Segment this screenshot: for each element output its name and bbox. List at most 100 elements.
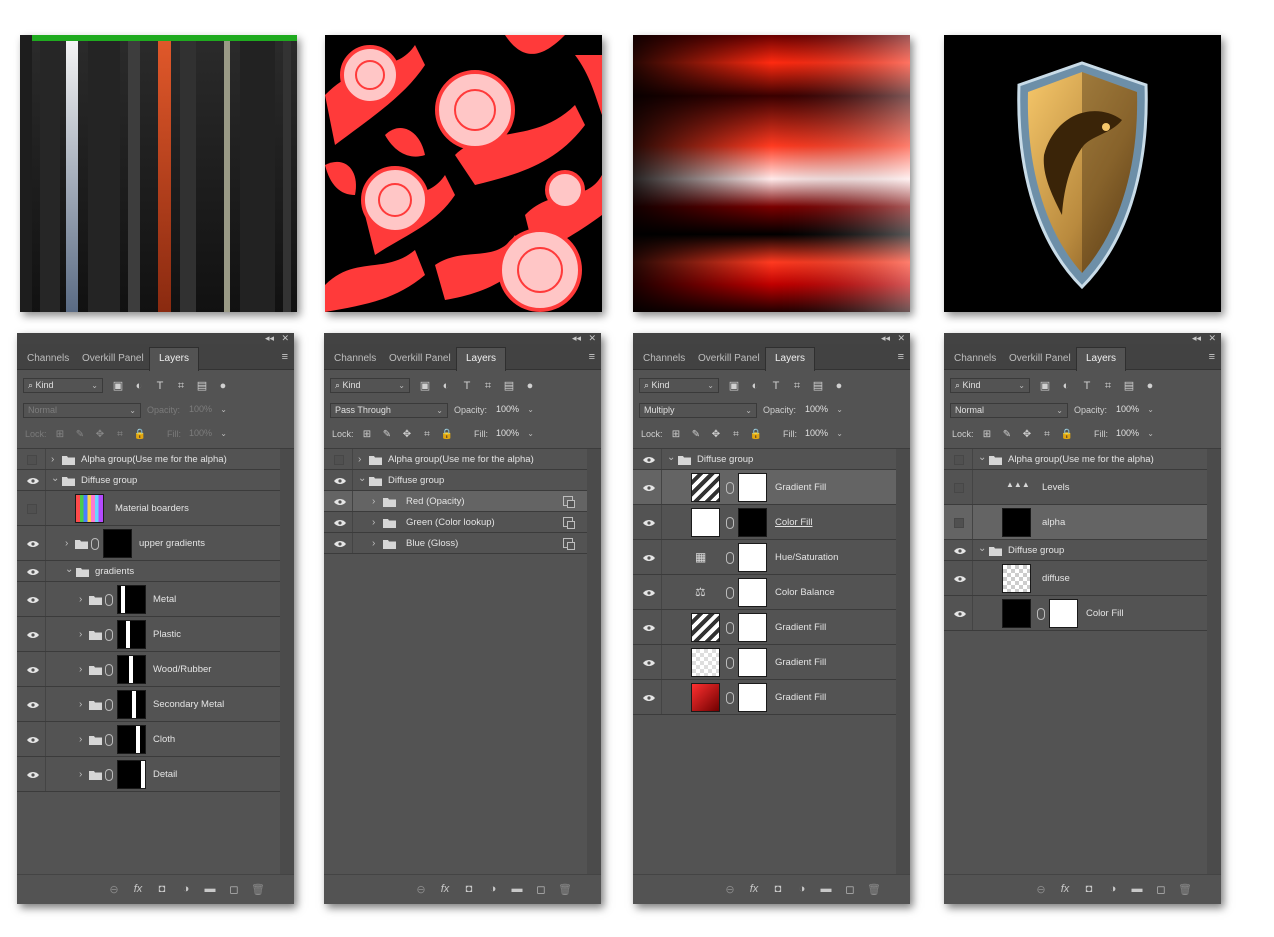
layer-row[interactable]: Color Fill xyxy=(633,505,896,540)
layer-thumbnail[interactable] xyxy=(1002,508,1031,537)
fill-field[interactable]: 100% ⌄ xyxy=(492,427,538,442)
lock-pixels-icon[interactable]: ✎ xyxy=(689,428,703,442)
fill-field[interactable]: 100% ⌄ xyxy=(185,427,231,442)
lock-all-icon[interactable]: 🔒 xyxy=(749,428,763,442)
layer-mask-thumbnail[interactable] xyxy=(117,760,146,789)
fx-icon[interactable]: fx xyxy=(747,883,761,895)
chevron-right-icon[interactable]: › xyxy=(79,735,82,745)
layer-row[interactable]: ⌄ Alpha group(Use me for the alpha) xyxy=(944,449,1207,470)
filter-toggle-icon[interactable]: ● xyxy=(523,379,537,393)
layer-row[interactable]: diffuse xyxy=(944,561,1207,596)
chevron-right-icon[interactable]: › xyxy=(79,700,82,710)
link-icon[interactable] xyxy=(105,699,113,711)
chevron-down-icon[interactable]: ⌄ xyxy=(667,453,675,463)
visibility-toggle[interactable] xyxy=(954,483,964,493)
chevron-right-icon[interactable]: › xyxy=(79,665,82,675)
link-layers-icon[interactable]: ⊖ xyxy=(1034,883,1048,896)
lock-all-icon[interactable]: 🔒 xyxy=(440,428,454,442)
blend-mode-select[interactable]: Normal ⌄ xyxy=(950,403,1068,418)
filter-kind-select[interactable]: ⌕ Kind ⌄ xyxy=(639,378,719,393)
chevron-right-icon[interactable]: › xyxy=(79,595,82,605)
layer-row[interactable]: Gradient Fill xyxy=(633,645,896,680)
lock-all-icon[interactable]: 🔒 xyxy=(1060,428,1074,442)
smart-object-filter-icon[interactable]: ▤ xyxy=(502,379,516,393)
layer-row[interactable]: › Cloth xyxy=(17,722,280,757)
chevron-down-icon[interactable]: ⌄ xyxy=(65,565,73,575)
adjustment-filter-icon[interactable]: ◐ xyxy=(1059,379,1073,393)
layers-scrollbar[interactable] xyxy=(280,449,294,874)
layer-row[interactable]: Gradient Fill xyxy=(633,680,896,715)
chevron-down-icon[interactable]: ⌄ xyxy=(978,544,986,554)
layer-mask-thumbnail[interactable] xyxy=(738,508,767,537)
layer-mask-thumbnail[interactable] xyxy=(103,529,132,558)
tab-channels[interactable]: Channels xyxy=(643,348,685,370)
new-group-icon[interactable]: ▬ xyxy=(510,883,524,895)
layers-scrollbar[interactable] xyxy=(896,449,910,874)
new-group-icon[interactable]: ▬ xyxy=(819,883,833,895)
link-icon[interactable] xyxy=(726,622,734,634)
panel-menu-icon[interactable]: ≡ xyxy=(282,351,288,363)
layer-row[interactable]: ⌄ Diffuse group xyxy=(944,540,1207,561)
trash-icon[interactable]: 🗑 xyxy=(1178,883,1192,896)
shape-filter-icon[interactable]: ⌗ xyxy=(790,379,804,393)
type-filter-icon[interactable]: T xyxy=(1080,379,1094,393)
close-icon[interactable]: ✕ xyxy=(1208,333,1216,344)
eye-icon[interactable] xyxy=(334,477,346,485)
layers-scrollbar[interactable] xyxy=(1207,449,1221,874)
layer-thumbnail[interactable] xyxy=(691,473,720,502)
link-icon[interactable] xyxy=(726,692,734,704)
fx-icon[interactable]: fx xyxy=(1058,883,1072,895)
trash-icon[interactable]: 🗑 xyxy=(867,883,881,896)
fill-field[interactable]: 100% ⌄ xyxy=(801,427,847,442)
eye-icon[interactable] xyxy=(954,547,966,555)
chevron-down-icon[interactable]: ⌄ xyxy=(978,453,986,463)
image-filter-icon[interactable]: ▣ xyxy=(1038,379,1052,393)
lock-pixels-icon[interactable]: ✎ xyxy=(380,428,394,442)
lock-artboard-icon[interactable]: ⌗ xyxy=(420,428,434,442)
new-adjustment-icon[interactable]: ◑ xyxy=(179,883,193,895)
layer-mask-thumbnail[interactable] xyxy=(117,655,146,684)
eye-icon[interactable] xyxy=(27,736,39,744)
layer-mask-thumbnail[interactable] xyxy=(117,690,146,719)
chevron-right-icon[interactable]: › xyxy=(79,630,82,640)
link-icon[interactable] xyxy=(726,517,734,529)
lock-position-icon[interactable]: ✥ xyxy=(400,428,414,442)
layer-row[interactable]: › Secondary Metal xyxy=(17,687,280,722)
collapse-icon[interactable]: ◂◂ xyxy=(265,333,274,344)
eye-icon[interactable] xyxy=(27,568,39,576)
lock-artboard-icon[interactable]: ⌗ xyxy=(1040,428,1054,442)
layer-row[interactable]: ⌄ Diffuse group xyxy=(324,470,587,491)
lock-position-icon[interactable]: ✥ xyxy=(709,428,723,442)
tab-overkill-panel[interactable]: Overkill Panel xyxy=(1009,348,1071,370)
layer-mask-thumbnail[interactable] xyxy=(1049,599,1078,628)
layer-row[interactable]: › Detail xyxy=(17,757,280,792)
link-icon[interactable] xyxy=(726,482,734,494)
tab-overkill-panel[interactable]: Overkill Panel xyxy=(389,348,451,370)
chevron-down-icon[interactable]: ⌄ xyxy=(358,474,366,484)
layer-row[interactable]: Gradient Fill xyxy=(633,610,896,645)
visibility-toggle[interactable] xyxy=(954,518,964,528)
image-filter-icon[interactable]: ▣ xyxy=(727,379,741,393)
lock-position-icon[interactable]: ✥ xyxy=(1020,428,1034,442)
layer-thumbnail[interactable] xyxy=(75,494,104,523)
lock-artboard-icon[interactable]: ⌗ xyxy=(113,428,127,442)
layer-row[interactable]: Color Fill xyxy=(944,596,1207,631)
collapse-icon[interactable]: ◂◂ xyxy=(881,333,890,344)
new-group-icon[interactable]: ▬ xyxy=(1130,883,1144,895)
layer-row[interactable]: › Red (Opacity) xyxy=(324,491,587,512)
close-icon[interactable]: ✕ xyxy=(281,333,289,344)
new-adjustment-icon[interactable]: ◑ xyxy=(795,883,809,895)
adjustment-filter-icon[interactable]: ◐ xyxy=(748,379,762,393)
link-icon[interactable] xyxy=(105,769,113,781)
layer-row[interactable]: ⌄ Diffuse group xyxy=(633,449,896,470)
layer-mask-thumbnail[interactable] xyxy=(117,725,146,754)
blend-mode-select[interactable]: Normal ⌄ xyxy=(23,403,141,418)
eye-icon[interactable] xyxy=(27,596,39,604)
fx-icon[interactable]: fx xyxy=(438,883,452,895)
eye-icon[interactable] xyxy=(643,694,655,702)
lock-transparent-icon[interactable]: ⊞ xyxy=(53,428,67,442)
link-layers-icon[interactable]: ⊖ xyxy=(107,883,121,896)
new-group-icon[interactable]: ▬ xyxy=(203,883,217,895)
tab-overkill-panel[interactable]: Overkill Panel xyxy=(82,348,144,370)
blend-mode-select[interactable]: Pass Through ⌄ xyxy=(330,403,448,418)
